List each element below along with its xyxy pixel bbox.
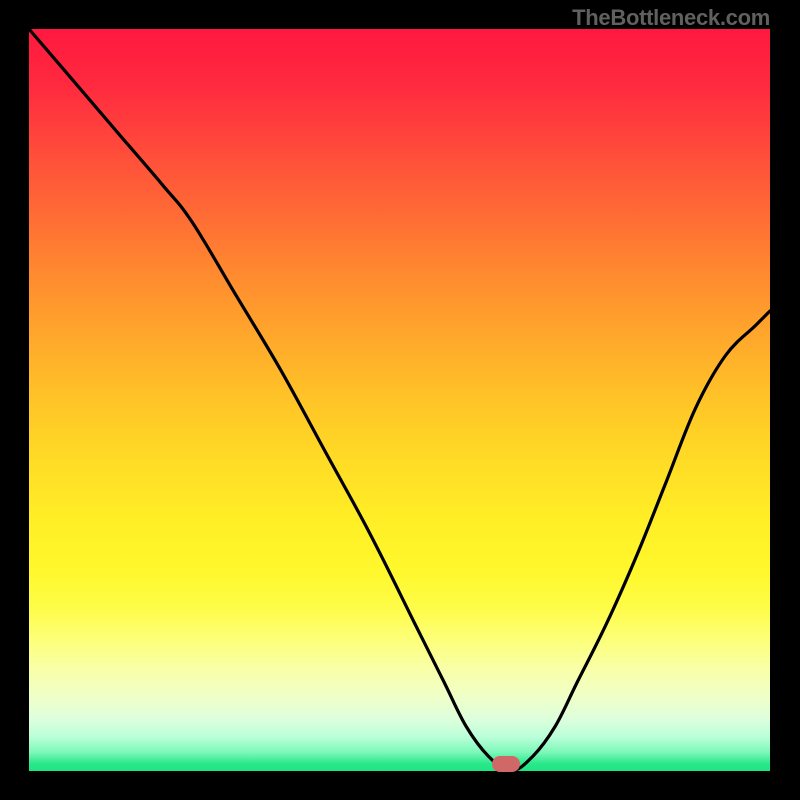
chart-frame: TheBottleneck.com [0, 0, 800, 800]
plot-area [29, 29, 770, 771]
attribution-text: TheBottleneck.com [572, 5, 770, 31]
bottleneck-curve [29, 29, 770, 771]
optimal-marker [492, 756, 520, 772]
